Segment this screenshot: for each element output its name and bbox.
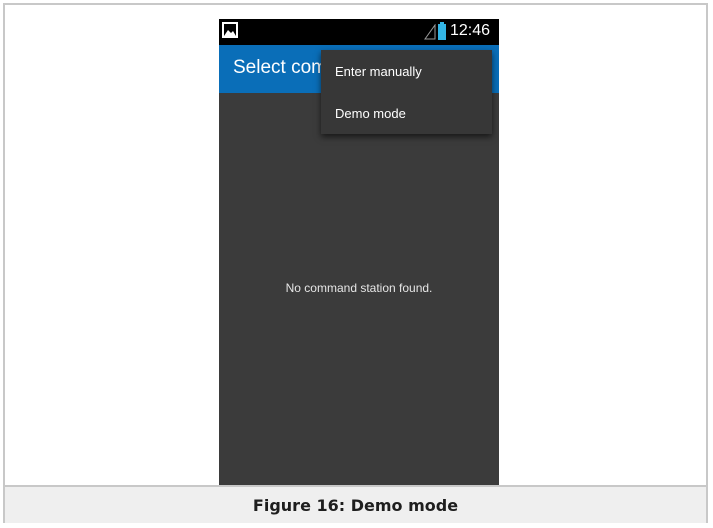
status-bar: 12:46 [219, 19, 499, 45]
empty-state-message: No command station found. [285, 281, 433, 295]
action-bar-title: Select com [233, 57, 327, 78]
menu-item-demo-mode[interactable]: Demo mode [321, 92, 492, 134]
status-time: 12:46 [450, 22, 491, 39]
figure-frame: 12:46 Select com No command station foun… [3, 3, 708, 523]
overflow-menu: Enter manually Demo mode [321, 50, 492, 134]
figure-caption: Figure 16: Demo mode [5, 487, 706, 523]
battery-icon [438, 22, 446, 40]
menu-item-enter-manually[interactable]: Enter manually [321, 50, 492, 92]
phone-screen: 12:46 Select com No command station foun… [219, 19, 499, 485]
image-icon [222, 22, 238, 38]
signal-icon [424, 24, 436, 40]
